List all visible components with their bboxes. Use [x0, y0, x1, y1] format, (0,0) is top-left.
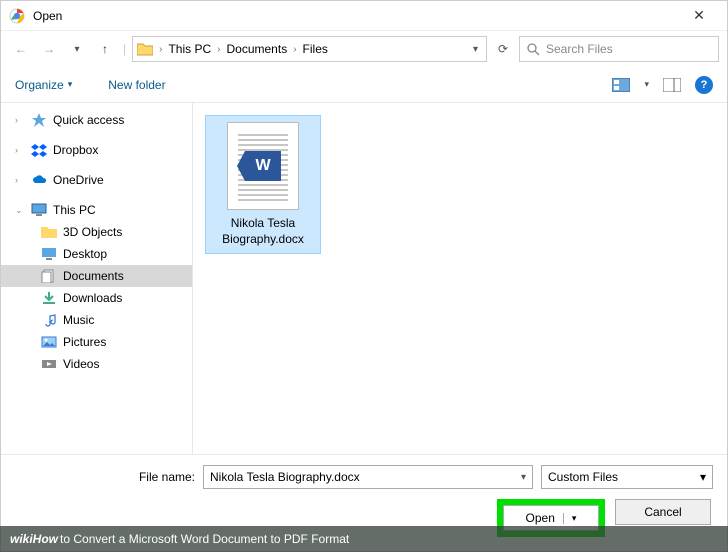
refresh-button[interactable]: ⟳ — [491, 37, 515, 61]
help-button[interactable]: ? — [695, 76, 713, 94]
back-button[interactable]: ← — [9, 37, 33, 61]
tree-downloads[interactable]: Downloads — [1, 287, 192, 309]
cancel-button[interactable]: Cancel — [615, 499, 711, 525]
recent-dropdown[interactable]: ▾ — [65, 37, 89, 61]
desktop-icon — [41, 246, 57, 262]
tree-pictures[interactable]: Pictures — [1, 331, 192, 353]
chevron-down-icon: ⌄ — [15, 205, 25, 216]
tree-3d-objects[interactable]: 3D Objects — [1, 221, 192, 243]
breadcrumb-bar[interactable]: › This PC › Documents › Files ▾ — [132, 36, 487, 62]
file-type-filter[interactable]: Custom Files ▾ — [541, 465, 713, 489]
chevron-right-icon: › — [159, 44, 162, 55]
pictures-icon — [41, 334, 57, 350]
chrome-icon — [9, 8, 25, 24]
file-item-selected[interactable]: W Nikola Tesla Biography.docx — [205, 115, 321, 254]
nav-separator: | — [123, 42, 126, 56]
videos-icon — [41, 356, 57, 372]
folder-icon — [41, 224, 57, 240]
open-dialog: Open ✕ ← → ▾ ↑ | › This PC › Documents ›… — [0, 0, 728, 552]
new-folder-button[interactable]: New folder — [108, 78, 165, 92]
window-title: Open — [33, 9, 679, 23]
search-placeholder: Search Files — [546, 42, 613, 56]
pc-icon — [31, 202, 47, 218]
wikihow-brand: wikiHow — [10, 532, 58, 546]
tree-music[interactable]: Music — [1, 309, 192, 331]
chevron-down-icon[interactable]: ▾ — [700, 470, 706, 484]
tree-dropbox[interactable]: › Dropbox — [1, 139, 192, 161]
nav-tree: › Quick access › Dropbox › OneDrive ⌄ Th… — [1, 103, 193, 454]
chevron-down-icon: ▾ — [68, 79, 73, 90]
search-input[interactable]: Search Files — [519, 36, 719, 62]
cloud-icon — [31, 172, 47, 188]
file-list[interactable]: W Nikola Tesla Biography.docx — [193, 103, 727, 454]
word-document-icon: W — [227, 122, 299, 210]
file-name-label: Nikola Tesla Biography.docx — [212, 216, 314, 247]
wikihow-caption: wikiHow to Convert a Microsoft Word Docu… — [0, 526, 728, 552]
tree-desktop[interactable]: Desktop — [1, 243, 192, 265]
toolbar: Organize ▾ New folder ▾ ? — [1, 67, 727, 103]
split-chevron-icon[interactable]: ▾ — [563, 513, 577, 524]
tree-documents[interactable]: Documents — [1, 265, 192, 287]
forward-button[interactable]: → — [37, 37, 61, 61]
tree-videos[interactable]: Videos — [1, 353, 192, 375]
crumb-this-pc[interactable]: This PC — [164, 42, 215, 56]
tree-this-pc[interactable]: ⌄ This PC — [1, 199, 192, 221]
star-icon — [31, 112, 47, 128]
preview-pane-button[interactable] — [663, 78, 681, 92]
nav-bar: ← → ▾ ↑ | › This PC › Documents › Files … — [1, 31, 727, 67]
crumb-files[interactable]: Files — [299, 42, 332, 56]
chevron-right-icon: › — [293, 44, 296, 55]
chevron-right-icon: › — [217, 44, 220, 55]
filename-label: File name: — [15, 470, 195, 484]
tree-onedrive[interactable]: › OneDrive — [1, 169, 192, 191]
chevron-down-icon[interactable]: ▾ — [521, 472, 526, 483]
close-button[interactable]: ✕ — [679, 7, 719, 24]
tree-quick-access[interactable]: › Quick access — [1, 109, 192, 131]
search-icon — [526, 42, 540, 56]
organize-menu[interactable]: Organize ▾ — [15, 78, 72, 92]
documents-icon — [41, 268, 57, 284]
chevron-right-icon: › — [15, 115, 25, 125]
up-button[interactable]: ↑ — [93, 37, 117, 61]
downloads-icon — [41, 290, 57, 306]
view-options-button[interactable] — [612, 78, 630, 92]
dropbox-icon — [31, 142, 47, 158]
dialog-body: › Quick access › Dropbox › OneDrive ⌄ Th… — [1, 103, 727, 454]
music-icon — [41, 312, 57, 328]
chevron-down-icon[interactable]: ▾ — [473, 44, 482, 55]
view-dropdown[interactable]: ▾ — [644, 79, 649, 90]
title-bar: Open ✕ — [1, 1, 727, 31]
folder-icon — [137, 42, 153, 56]
chevron-right-icon: › — [15, 175, 25, 185]
crumb-documents[interactable]: Documents — [223, 42, 292, 56]
chevron-right-icon: › — [15, 145, 25, 155]
caption-text: to Convert a Microsoft Word Document to … — [60, 532, 349, 546]
filename-input[interactable]: Nikola Tesla Biography.docx ▾ — [203, 465, 533, 489]
